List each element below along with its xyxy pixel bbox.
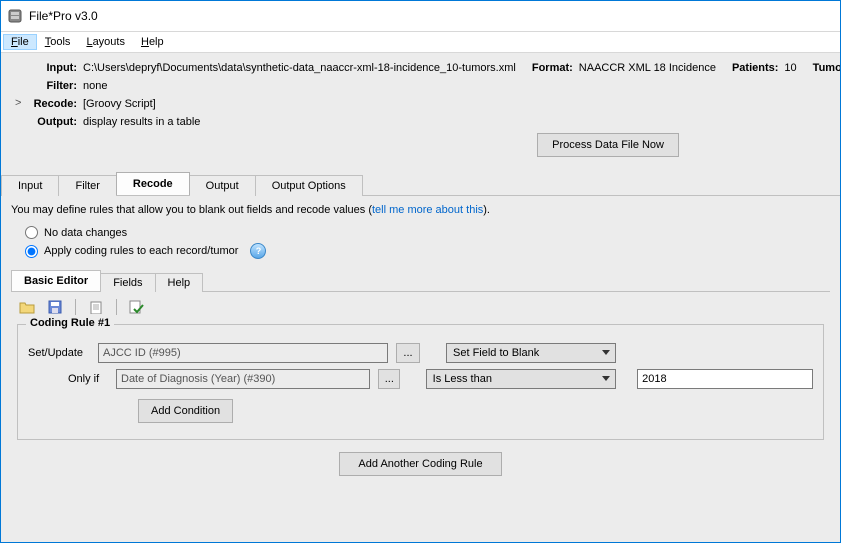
output-label: Output: (29, 113, 77, 131)
main-tabs: Input Filter Recode Output Output Option… (1, 171, 840, 195)
filter-label: Filter: (29, 77, 77, 95)
recode-label: Recode: (29, 95, 77, 113)
set-update-label: Set/Update (28, 347, 90, 359)
subtab-fields[interactable]: Fields (100, 273, 155, 292)
tab-filter[interactable]: Filter (58, 175, 116, 196)
add-condition-button[interactable]: Add Condition (138, 399, 233, 423)
input-label: Input: (29, 59, 77, 77)
titlebar: File*Pro v3.0 (1, 1, 840, 32)
window-title: File*Pro v3.0 (29, 9, 98, 23)
caret-icon: > (15, 94, 21, 112)
subtab-basic[interactable]: Basic Editor (11, 270, 101, 291)
process-button[interactable]: Process Data File Now (537, 133, 679, 157)
clear-icon[interactable] (86, 298, 106, 316)
radio-no-changes-input[interactable] (25, 226, 38, 239)
patients-label: Patients: (732, 59, 778, 77)
cond-op-select[interactable]: Is Less than (426, 369, 616, 389)
cond-field-input[interactable] (116, 369, 370, 389)
recode-description: You may define rules that allow you to b… (11, 204, 830, 216)
tab-recode[interactable]: Recode (116, 172, 190, 195)
menu-file[interactable]: File (3, 34, 37, 50)
basic-editor-panel: Coding Rule #1 Set/Update ... Set Field … (11, 291, 830, 476)
toolbar-sep-1 (75, 299, 76, 315)
set-field-input[interactable] (98, 343, 388, 363)
recode-value: [Groovy Script] (83, 95, 156, 113)
onlyif-label: Only if (68, 373, 108, 385)
rule-legend: Coding Rule #1 (26, 317, 114, 329)
summary-block: Input: C:\Users\depryf\Documents\data\sy… (1, 53, 840, 135)
validate-icon[interactable] (127, 298, 147, 316)
format-value: NAACCR XML 18 Incidence (579, 59, 716, 77)
menu-help[interactable]: Help (133, 34, 172, 50)
input-value: C:\Users\depryf\Documents\data\synthetic… (83, 59, 516, 77)
subtab-help[interactable]: Help (155, 273, 204, 292)
tumors-label: Tumors: (813, 59, 841, 77)
cond-field-browse-button[interactable]: ... (378, 369, 400, 389)
tab-output-options[interactable]: Output Options (255, 175, 363, 196)
format-label: Format: (532, 59, 573, 77)
radio-apply-rules-input[interactable] (25, 245, 38, 258)
tell-me-more-link[interactable]: tell me more about this (372, 204, 483, 216)
output-value: display results in a table (83, 113, 200, 131)
filter-value: none (83, 77, 107, 95)
sub-tabs: Basic Editor Fields Help (11, 269, 830, 291)
toolbar (11, 292, 830, 322)
radio-apply-rules[interactable]: Apply coding rules to each record/tumor … (25, 243, 830, 259)
menu-layouts[interactable]: Layouts (78, 34, 133, 50)
help-icon[interactable]: ? (250, 243, 266, 259)
add-rule-button[interactable]: Add Another Coding Rule (339, 452, 501, 476)
action-select[interactable]: Set Field to Blank (446, 343, 616, 363)
patients-value: 10 (784, 59, 796, 77)
tab-output[interactable]: Output (189, 175, 256, 196)
open-icon[interactable] (17, 298, 37, 316)
radio-no-changes[interactable]: No data changes (25, 226, 830, 239)
toolbar-sep-2 (116, 299, 117, 315)
tab-input[interactable]: Input (1, 175, 59, 196)
menu-tools[interactable]: Tools (37, 34, 79, 50)
set-field-browse-button[interactable]: ... (396, 343, 420, 363)
app-icon (7, 8, 23, 24)
menubar: File Tools Layouts Help (1, 32, 840, 53)
coding-rule-1: Coding Rule #1 Set/Update ... Set Field … (17, 324, 824, 440)
save-icon[interactable] (45, 298, 65, 316)
cond-value-input[interactable] (637, 369, 813, 389)
recode-panel: You may define rules that allow you to b… (1, 195, 840, 484)
